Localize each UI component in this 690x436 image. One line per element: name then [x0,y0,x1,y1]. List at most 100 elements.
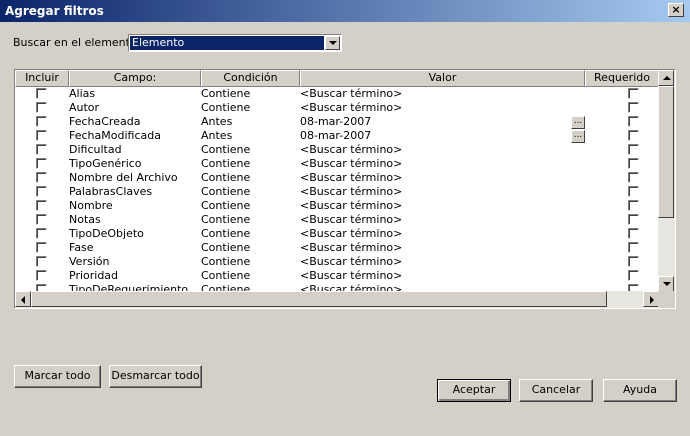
value-cell[interactable]: <Buscar término> [300,213,402,227]
date-picker-button[interactable]: ... [571,116,585,129]
required-checkbox[interactable] [628,88,639,99]
table-row: Notas Contiene <Buscar término> [15,213,659,227]
accept-button[interactable]: Aceptar [437,379,511,402]
condition-cell[interactable]: Contiene [201,227,250,241]
table-row: FechaModificada Antes 08-mar-2007... [15,129,659,143]
include-checkbox[interactable] [36,130,47,141]
arrow-right-icon [650,296,654,304]
condition-cell[interactable]: Contiene [201,171,250,185]
scroll-right-button[interactable] [643,291,659,307]
field-name: TipoGenérico [69,157,142,170]
help-button[interactable]: Ayuda [603,379,677,402]
condition-cell[interactable]: Contiene [201,87,250,101]
value-cell[interactable]: <Buscar término> [300,87,402,101]
scroll-up-button[interactable] [658,70,674,86]
horizontal-scrollbar[interactable] [15,291,659,308]
condition-cell[interactable]: Antes [201,115,232,129]
condition-cell[interactable]: Antes [201,129,232,143]
value-cell[interactable]: <Buscar término> [300,227,402,241]
value-cell[interactable]: <Buscar término> [300,269,402,283]
col-header-field[interactable]: Campo: [69,70,201,87]
condition-cell[interactable]: Contiene [201,143,250,157]
include-checkbox[interactable] [36,186,47,197]
condition-cell[interactable]: Contiene [201,255,250,269]
field-name: Autor [69,101,100,114]
field-name: FechaCreada [69,115,141,128]
include-checkbox[interactable] [36,256,47,267]
required-checkbox[interactable] [628,228,639,239]
required-checkbox[interactable] [628,186,639,197]
filter-grid: Incluir Campo: Condición Valor Requerido… [14,69,676,309]
value-cell[interactable]: <Buscar término> [300,241,402,255]
condition-cell[interactable]: Contiene [201,199,250,213]
condition-cell[interactable]: Contiene [201,269,250,283]
required-checkbox[interactable] [628,172,639,183]
title-bar: Agregar filtros × [0,0,690,22]
include-checkbox[interactable] [36,158,47,169]
required-checkbox[interactable] [628,200,639,211]
vertical-scroll-thumb[interactable] [658,86,674,218]
table-row: Dificultad Contiene <Buscar término> [15,143,659,157]
col-header-value[interactable]: Valor [300,70,585,87]
cancel-button[interactable]: Cancelar [519,379,593,402]
include-checkbox[interactable] [36,270,47,281]
required-checkbox[interactable] [628,116,639,127]
arrow-down-icon [663,282,671,286]
value-cell[interactable]: <Buscar término> [300,157,402,171]
col-header-include[interactable]: Incluir [15,70,69,87]
value-cell[interactable]: 08-mar-2007 [300,129,371,143]
scroll-left-button[interactable] [15,291,31,307]
field-name: Fase [69,241,94,254]
arrow-left-icon [21,296,25,304]
required-checkbox[interactable] [628,270,639,281]
table-row: Nombre del Archivo Contiene <Buscar términ… [15,171,659,185]
include-checkbox[interactable] [36,172,47,183]
required-checkbox[interactable] [628,214,639,225]
col-header-condition[interactable]: Condición [201,70,300,87]
required-checkbox[interactable] [628,102,639,113]
value-cell[interactable]: <Buscar término> [300,199,402,213]
chevron-down-icon [329,41,337,45]
table-row: Alias Contiene <Buscar término> [15,87,659,101]
mark-all-button[interactable]: Marcar todo [14,365,101,388]
table-row: Autor Contiene <Buscar término> [15,101,659,115]
condition-cell[interactable]: Contiene [201,101,250,115]
required-checkbox[interactable] [628,144,639,155]
field-name: Versión [69,255,110,268]
required-checkbox[interactable] [628,158,639,169]
include-checkbox[interactable] [36,88,47,99]
value-cell[interactable]: <Buscar término> [300,185,402,199]
field-name: Nombre [69,199,113,212]
condition-cell[interactable]: Contiene [201,241,250,255]
include-checkbox[interactable] [36,144,47,155]
value-cell[interactable]: <Buscar término> [300,255,402,269]
condition-cell[interactable]: Contiene [201,185,250,199]
field-name: Prioridad [69,269,119,282]
unmark-all-button[interactable]: Desmarcar todo [109,365,202,388]
table-row: Prioridad Contiene <Buscar término> [15,269,659,283]
col-header-required[interactable]: Requerido [585,70,659,87]
include-checkbox[interactable] [36,102,47,113]
condition-cell[interactable]: Contiene [201,213,250,227]
include-checkbox[interactable] [36,228,47,239]
include-checkbox[interactable] [36,242,47,253]
element-select[interactable]: Elemento [128,34,342,52]
include-checkbox[interactable] [36,214,47,225]
value-cell[interactable]: <Buscar término> [300,101,402,115]
vertical-scrollbar[interactable] [658,70,675,292]
value-cell[interactable]: <Buscar término> [300,171,402,185]
condition-cell[interactable]: Contiene [201,157,250,171]
required-checkbox[interactable] [628,256,639,267]
include-checkbox[interactable] [36,116,47,127]
dropdown-button[interactable] [325,36,340,50]
scroll-down-button[interactable] [658,276,674,292]
value-cell[interactable]: 08-mar-2007 [300,115,371,129]
horizontal-scroll-thumb[interactable] [31,291,607,307]
arrow-up-icon [663,76,671,80]
value-cell[interactable]: <Buscar término> [300,143,402,157]
close-button[interactable]: × [668,3,684,17]
include-checkbox[interactable] [36,200,47,211]
required-checkbox[interactable] [628,242,639,253]
required-checkbox[interactable] [628,130,639,141]
date-picker-button[interactable]: ... [571,130,585,143]
